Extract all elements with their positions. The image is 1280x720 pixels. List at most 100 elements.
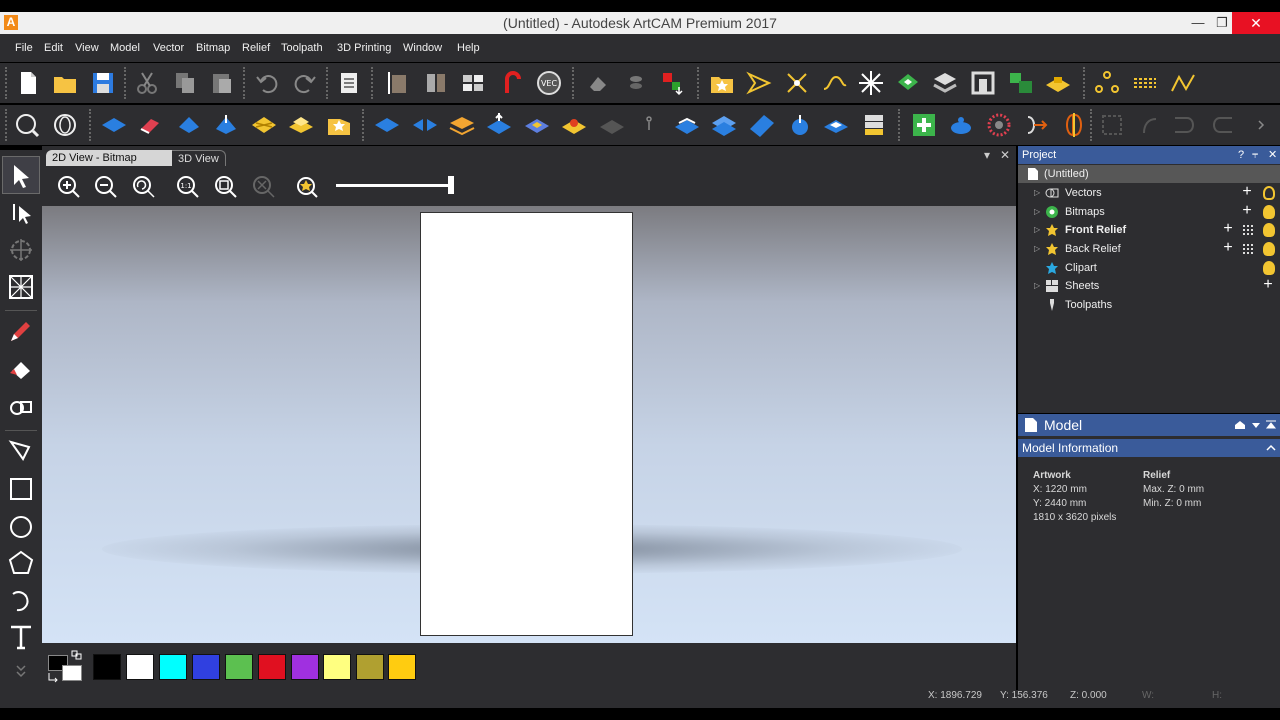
add-bitmap-layer-button[interactable]: + — [1239, 203, 1255, 220]
zoom-in-icon[interactable] — [56, 174, 82, 200]
transform-icon[interactable] — [6, 235, 36, 265]
frame-icon[interactable] — [969, 69, 997, 97]
toolbar-grip[interactable] — [124, 67, 128, 99]
grid-dots-icon[interactable] — [1240, 241, 1256, 257]
polygon-tool-icon[interactable] — [6, 548, 36, 578]
relief-grey-icon[interactable] — [598, 111, 626, 139]
relief-disabled-icon-1[interactable] — [1098, 111, 1126, 139]
redo-icon[interactable] — [291, 69, 319, 97]
relief-disabled-icon-3[interactable] — [1172, 111, 1200, 139]
smooth-icon[interactable] — [820, 69, 848, 97]
color-swatch-black[interactable] — [93, 654, 121, 680]
relief-extrude-icon[interactable] — [175, 111, 203, 139]
toolbar-grip[interactable] — [5, 109, 9, 141]
select-tool[interactable] — [2, 156, 40, 194]
set-model-size-icon[interactable] — [384, 69, 412, 97]
erase-icon[interactable] — [584, 69, 612, 97]
color-swatch-pale-yellow[interactable] — [323, 654, 351, 680]
rectangle-tool-icon[interactable] — [6, 474, 36, 504]
color-swatch-purple[interactable] — [291, 654, 319, 680]
menu-help[interactable]: Help — [457, 42, 480, 54]
chevron-up-icon[interactable] — [1266, 443, 1276, 453]
tree-item-bitmaps[interactable]: ▷ Bitmaps + — [1018, 203, 1280, 221]
shape-outline-icon[interactable] — [6, 392, 36, 422]
expand-arrow-icon[interactable]: ▷ — [1034, 277, 1040, 295]
model-information-header[interactable]: Model Information — [1018, 439, 1280, 457]
expand-arrow-icon[interactable]: ▷ — [1034, 240, 1040, 258]
menu-edit[interactable]: Edit — [44, 42, 63, 54]
relief-blend-icon[interactable] — [710, 111, 738, 139]
zoom-fit-icon[interactable] — [213, 174, 239, 200]
relief-texture-icon[interactable] — [287, 111, 315, 139]
toolbar-grip[interactable] — [5, 67, 9, 99]
menu-toolpath[interactable]: Toolpath — [281, 42, 323, 54]
relief-pin-icon[interactable] — [635, 111, 663, 139]
copy-icon[interactable] — [171, 69, 199, 97]
menu-vector[interactable]: Vector — [153, 42, 184, 54]
2d-viewport[interactable] — [42, 206, 1016, 643]
color-swatch-blue[interactable] — [192, 654, 220, 680]
toolbar-grip[interactable] — [572, 67, 576, 99]
add-relief-layer-button[interactable]: + — [1220, 221, 1236, 238]
snap-star-icon[interactable] — [294, 174, 320, 200]
relief-disabled-icon-2[interactable] — [1136, 111, 1164, 139]
visibility-bulb-icon[interactable] — [1263, 261, 1275, 275]
weave-icon[interactable] — [931, 69, 959, 97]
yellow-shape-icon[interactable] — [1044, 69, 1072, 97]
color-swatch-white[interactable] — [126, 654, 154, 680]
model-sheet[interactable] — [420, 212, 633, 636]
secondary-color-swatch[interactable] — [62, 665, 82, 681]
menu-3d-printing[interactable]: 3D Printing — [337, 42, 391, 54]
polyline-icon[interactable] — [1169, 69, 1197, 97]
toolbar-overflow-icon[interactable] — [1250, 111, 1274, 139]
relief-plane-icon[interactable] — [822, 111, 850, 139]
vector-doctor-icon[interactable] — [783, 69, 811, 97]
grid-dots-icon[interactable] — [1240, 222, 1256, 238]
collapse-icon[interactable] — [1265, 420, 1277, 430]
menu-file[interactable]: File — [15, 42, 33, 54]
nodes-icon[interactable] — [1093, 69, 1121, 97]
color-swatch-green[interactable] — [225, 654, 253, 680]
toolbar-grip[interactable] — [1083, 67, 1087, 99]
send-icon[interactable] — [745, 69, 773, 97]
tree-item-clipart[interactable]: Clipart — [1018, 259, 1280, 277]
visibility-bulb-icon[interactable] — [1263, 223, 1275, 237]
add-sheet-button[interactable]: + — [1260, 277, 1276, 294]
relief-mirror-icon[interactable] — [411, 111, 439, 139]
fill-bucket-icon[interactable] — [6, 355, 36, 385]
dropdown-icon[interactable] — [1250, 420, 1262, 430]
home-icon[interactable] — [1234, 420, 1246, 430]
arc-tool-icon[interactable] — [6, 584, 36, 614]
green-shape-icon[interactable] — [894, 69, 922, 97]
menu-model[interactable]: Model — [110, 42, 140, 54]
expand-arrow-icon[interactable]: ▷ — [1034, 221, 1040, 239]
notes-icon[interactable] — [335, 69, 363, 97]
pencil-icon[interactable] — [6, 316, 36, 346]
relief-offset-icon[interactable] — [786, 111, 814, 139]
zoom-actual-size-icon[interactable]: 1:1 — [175, 174, 201, 200]
relief-layer-stack-icon[interactable] — [860, 111, 888, 139]
distribute-icon[interactable] — [659, 69, 687, 97]
toolbar-grip[interactable] — [898, 109, 902, 141]
zoom-model-icon[interactable] — [13, 111, 41, 139]
relief-eraser-icon[interactable] — [137, 111, 165, 139]
folder-star-icon[interactable] — [708, 69, 736, 97]
zoom-slider-thumb[interactable] — [448, 176, 454, 194]
relief-layers-icon[interactable] — [448, 111, 476, 139]
toolbar-grip[interactable] — [89, 109, 93, 141]
help-button[interactable]: ? — [1238, 146, 1244, 164]
toolbar-grip[interactable] — [362, 109, 366, 141]
visibility-bulb-icon[interactable] — [1263, 205, 1275, 219]
visibility-bulb-icon[interactable] — [1263, 186, 1275, 200]
circle-tool-icon[interactable] — [6, 512, 36, 542]
menu-view[interactable]: View — [75, 42, 99, 54]
relief-star-icon[interactable] — [325, 111, 353, 139]
add-relief-layer-button[interactable]: + — [1220, 240, 1236, 257]
menu-bitmap[interactable]: Bitmap — [196, 42, 230, 54]
add-relief-icon[interactable] — [910, 111, 938, 139]
tab-2d-view[interactable]: 2D View - Bitmap Layer — [46, 150, 172, 180]
polyline-tool-icon[interactable] — [6, 436, 36, 466]
color-swatch-olive[interactable] — [356, 654, 384, 680]
add-vector-layer-button[interactable]: + — [1239, 184, 1255, 201]
color-swatch-red[interactable] — [258, 654, 286, 680]
